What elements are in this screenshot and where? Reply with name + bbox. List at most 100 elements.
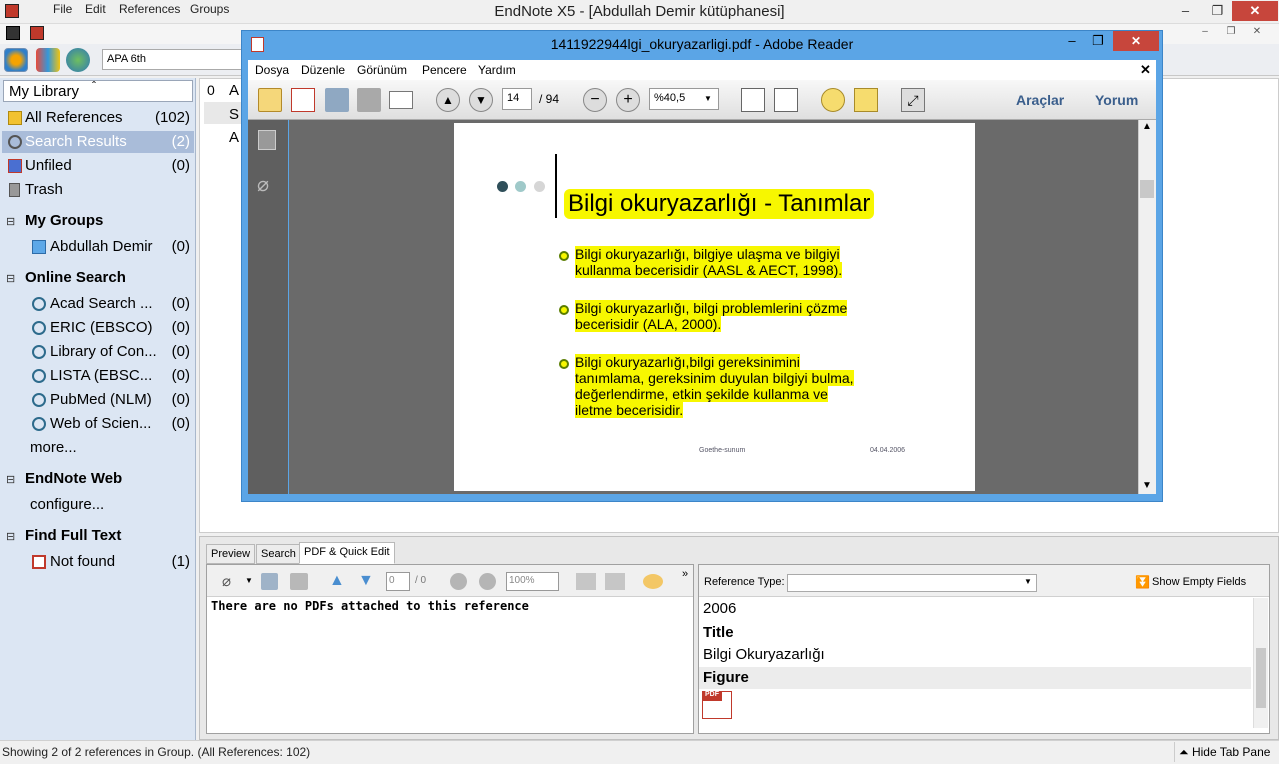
online-search-more-link[interactable]: more... — [30, 439, 77, 456]
show-empty-fields-button[interactable]: Show Empty Fields — [1152, 576, 1246, 588]
create-pdf-icon[interactable] — [258, 88, 282, 112]
attachments-paperclip-icon[interactable]: ⌀ — [257, 172, 269, 197]
pdf-zoom-select[interactable]: 100% — [506, 572, 559, 591]
online-search-header[interactable]: ⊟ Online Search — [2, 268, 194, 290]
endnote-web-header[interactable]: ⊟ EndNote Web — [2, 469, 194, 491]
tab-pdf-quick-edit[interactable]: PDF & Quick Edit — [299, 542, 395, 564]
tools-button[interactable]: Araçlar — [1016, 92, 1064, 108]
pdf-edit-icon[interactable] — [291, 88, 315, 112]
fit-width-icon[interactable] — [774, 88, 798, 112]
group-not-found[interactable]: Not found (1) — [2, 551, 194, 573]
tab-search[interactable]: Search — [256, 544, 301, 564]
reader-print-icon[interactable] — [357, 88, 381, 112]
reference-type-select[interactable] — [787, 574, 1037, 592]
online-web-of-science[interactable]: Web of Scien... (0) — [2, 413, 194, 435]
toolbar-overflow-icon[interactable]: » — [682, 568, 688, 580]
my-groups-header[interactable]: ⊟ My Groups — [2, 211, 194, 233]
collapse-icon[interactable]: ⊟ — [6, 530, 15, 543]
integrated-library-icon[interactable] — [66, 48, 90, 72]
group-all-references[interactable]: All References (102) — [2, 107, 194, 129]
mdi-close-button[interactable]: ✕ — [1247, 26, 1267, 41]
sort-caret-icon[interactable]: ˆ — [92, 79, 96, 93]
reader-menu-dosya[interactable]: Dosya — [255, 63, 289, 77]
save-icon[interactable] — [261, 573, 278, 590]
attach-dropdown-icon[interactable]: ▼ — [245, 576, 253, 585]
collapse-icon[interactable]: ⊟ — [6, 473, 15, 486]
online-lista[interactable]: LISTA (EBSC... (0) — [2, 365, 194, 387]
reader-zoom-in-icon[interactable]: + — [616, 88, 640, 112]
group-search-results[interactable]: Search Results (2) — [2, 131, 194, 153]
mdi-restore-button[interactable]: ❐ — [1221, 26, 1241, 41]
reader-maximize-button[interactable]: ❐ — [1084, 31, 1112, 51]
output-style-select[interactable]: APA 6th — [102, 49, 242, 70]
full-screen-icon[interactable]: ⤢ — [901, 88, 925, 112]
close-button[interactable]: ✕ — [1232, 1, 1278, 21]
library-header[interactable]: My Library ˆ — [3, 79, 193, 102]
reader-save-icon[interactable] — [325, 88, 349, 112]
reference-row-author[interactable]: A — [229, 129, 239, 146]
collapse-icon[interactable]: ⊟ — [6, 272, 15, 285]
online-eric[interactable]: ERIC (EBSCO) (0) — [2, 317, 194, 339]
group-abdullah-demir[interactable]: Abdullah Demir (0) — [2, 236, 194, 258]
next-page-icon[interactable]: ▼ — [358, 572, 374, 590]
group-trash[interactable]: Trash — [2, 179, 194, 201]
reader-next-page-icon[interactable]: ▼ — [469, 88, 493, 112]
email-icon[interactable] — [389, 91, 413, 109]
online-pubmed[interactable]: PubMed (NLM) (0) — [2, 389, 194, 411]
online-search-mode-icon[interactable] — [36, 48, 60, 72]
mdi-minimize-button[interactable]: – — [1195, 26, 1215, 41]
dropdown-arrow-icon[interactable]: ▼ — [1024, 577, 1032, 586]
attachment-column-icon[interactable]: 0 — [207, 82, 215, 98]
reader-menu-duzenle[interactable]: Düzenle — [301, 63, 345, 77]
reader-menu-gorunum[interactable]: Görünüm — [357, 63, 407, 77]
reader-page-input[interactable]: 14 — [502, 88, 532, 110]
reference-row-author[interactable]: A — [229, 82, 239, 99]
menu-file[interactable]: File — [53, 2, 72, 16]
reader-previous-page-icon[interactable]: ▲ — [436, 88, 460, 112]
online-library-of-congress[interactable]: Library of Con... (0) — [2, 341, 194, 363]
comment-button[interactable]: Yorum — [1095, 92, 1138, 108]
reader-document-close-icon[interactable]: ✕ — [1140, 62, 1151, 78]
highlight-text-icon[interactable] — [854, 88, 878, 112]
zoom-dropdown-icon[interactable]: ▼ — [704, 94, 712, 103]
reader-close-button[interactable]: ✕ — [1113, 31, 1159, 51]
comment-icon[interactable] — [643, 574, 663, 589]
zoom-in-icon[interactable] — [479, 573, 496, 590]
zoom-out-icon[interactable] — [450, 573, 467, 590]
reference-row-author[interactable]: S — [229, 106, 239, 123]
fit-page-icon[interactable] — [741, 88, 765, 112]
page-thumbnails-icon[interactable] — [258, 130, 276, 150]
title-field-value[interactable]: Bilgi Okuryazarlığı — [703, 646, 825, 663]
print-icon[interactable] — [290, 573, 308, 590]
find-full-text-header[interactable]: ⊟ Find Full Text — [2, 526, 194, 548]
paperclip-icon[interactable]: ⌀ — [222, 572, 231, 590]
menu-edit[interactable]: Edit — [85, 2, 106, 16]
maximize-button[interactable]: ❐ — [1204, 1, 1231, 21]
quick-edit-scrollbar[interactable] — [1253, 598, 1268, 728]
minimize-button[interactable]: – — [1172, 1, 1199, 21]
document-icon[interactable] — [30, 26, 44, 40]
library-doc-icon[interactable] — [6, 26, 20, 40]
hide-tab-pane-button[interactable]: ⏶ Hide Tab Pane — [1174, 742, 1278, 762]
local-library-mode-icon[interactable] — [4, 48, 28, 72]
previous-page-icon[interactable]: ▲ — [329, 572, 345, 590]
online-acad-search[interactable]: Acad Search ... (0) — [2, 293, 194, 315]
endnote-web-configure-link[interactable]: configure... — [30, 496, 104, 513]
reader-menu-yardim[interactable]: Yardım — [478, 63, 516, 77]
fit-page-icon[interactable] — [576, 573, 596, 590]
reader-zoom-out-icon[interactable]: − — [583, 88, 607, 112]
tab-preview[interactable]: Preview — [206, 544, 256, 564]
collapse-icon[interactable]: ⊟ — [6, 215, 15, 228]
reader-minimize-button[interactable]: – — [1058, 31, 1086, 51]
show-empty-fields-icon[interactable]: ⏬ — [1135, 575, 1150, 589]
pdf-file-icon[interactable]: PDF — [702, 691, 732, 719]
reader-scrollbar[interactable]: ▲ ▼ — [1138, 120, 1156, 494]
reader-menu-pencere[interactable]: Pencere — [422, 63, 467, 77]
year-field-value[interactable]: 2006 — [703, 600, 736, 617]
menu-groups[interactable]: Groups — [190, 2, 229, 16]
group-unfiled[interactable]: Unfiled (0) — [2, 155, 194, 177]
sticky-note-icon[interactable] — [821, 88, 845, 112]
fit-width-icon[interactable] — [605, 573, 625, 590]
menu-references[interactable]: References — [119, 2, 180, 16]
pdf-page-input[interactable]: 0 — [386, 572, 410, 591]
